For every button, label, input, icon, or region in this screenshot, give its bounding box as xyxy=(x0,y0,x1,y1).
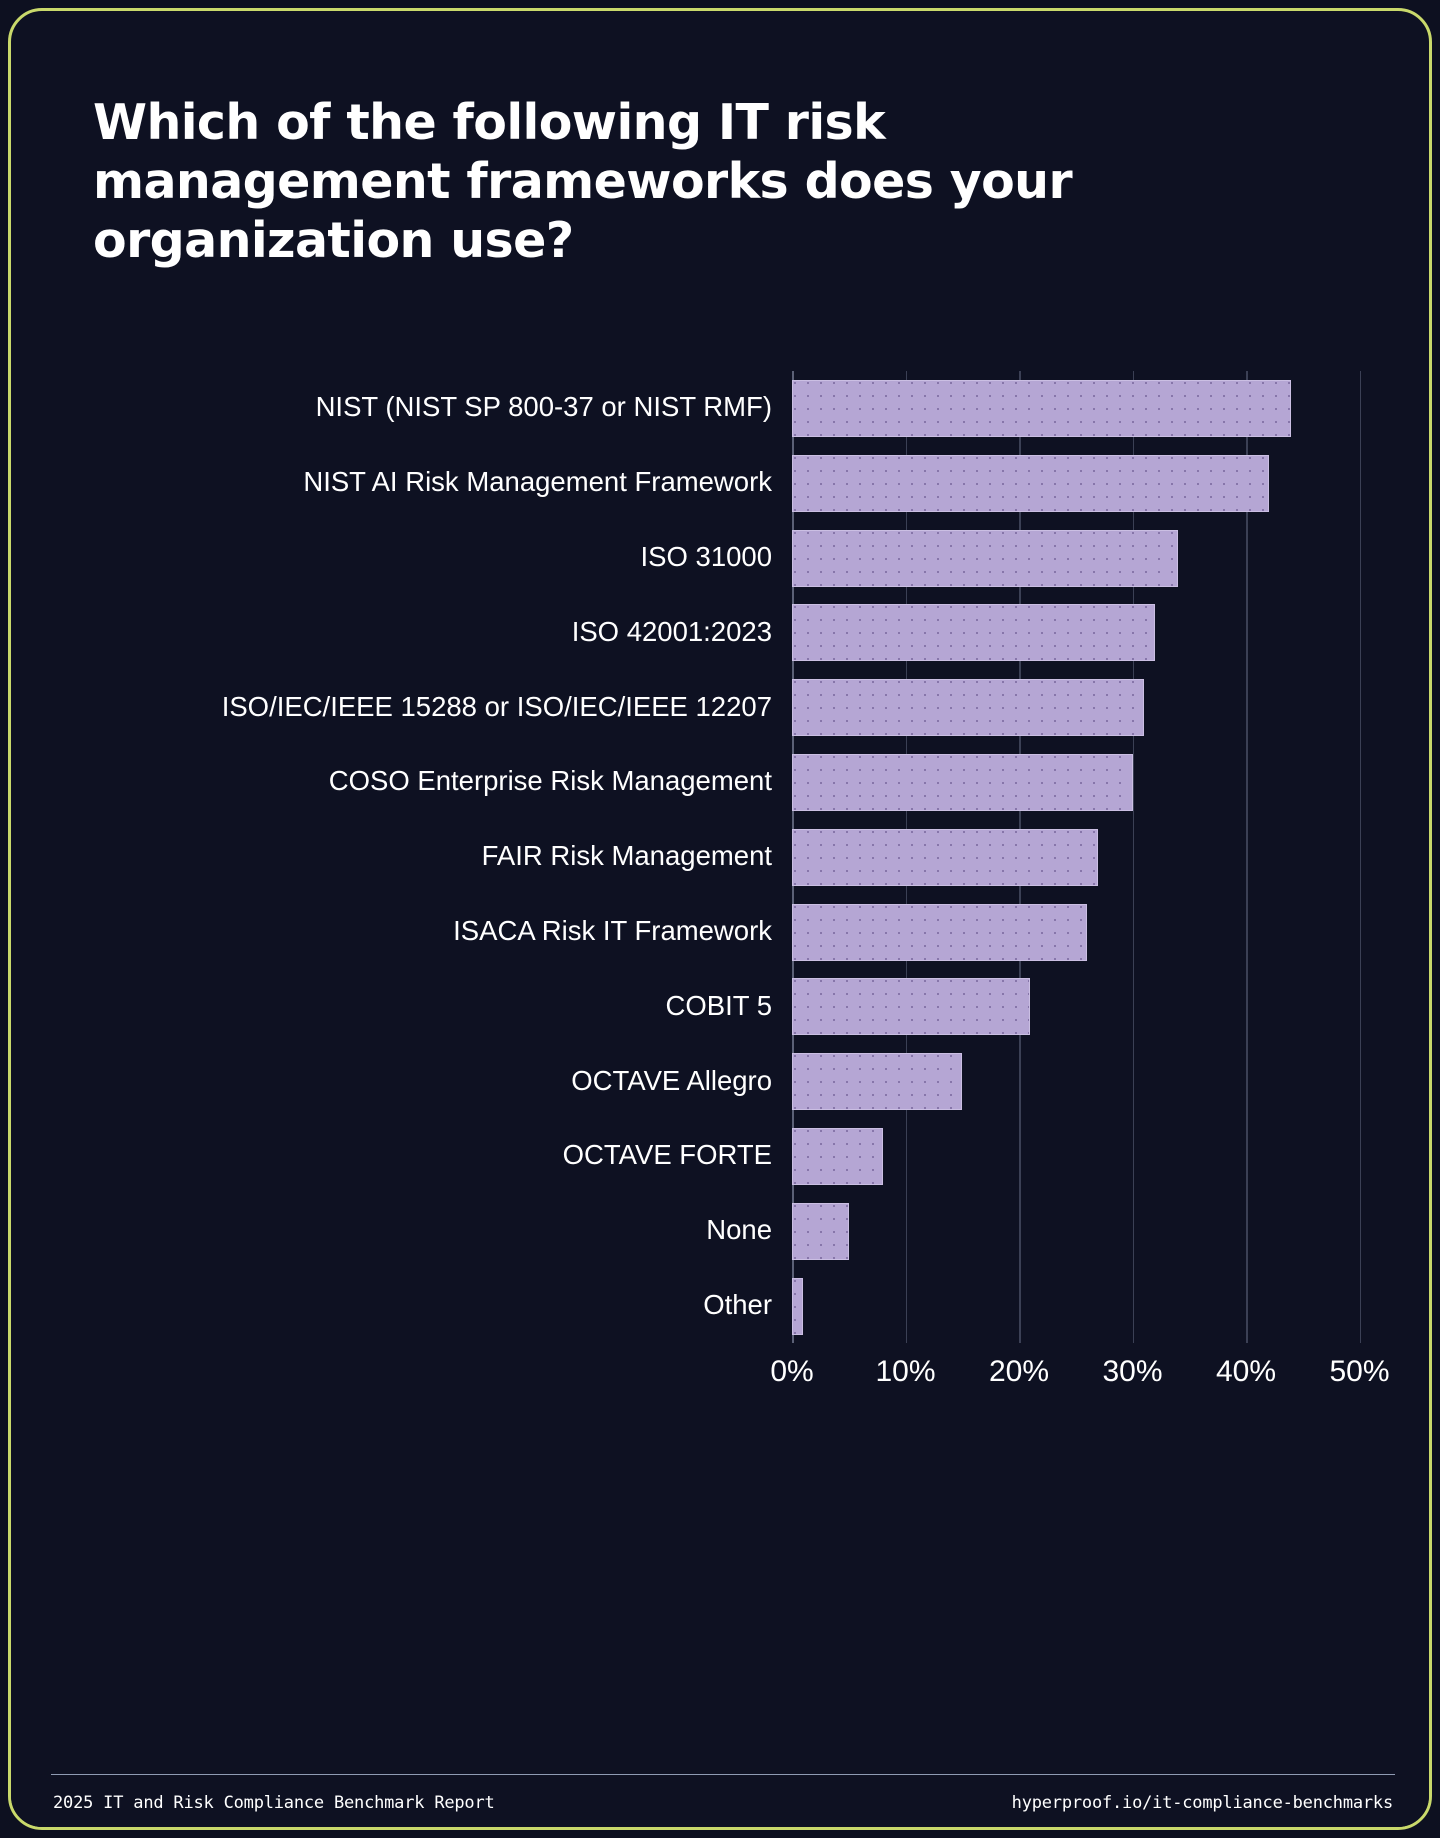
bar xyxy=(792,379,1292,437)
footer-url[interactable]: hyperproof.io/it-compliance-benchmarks xyxy=(1012,1793,1394,1813)
category-label: OCTAVE FORTE xyxy=(562,1139,772,1171)
category-label: ISO/IEC/IEEE 15288 or ISO/IEC/IEEE 12207 xyxy=(221,690,772,722)
x-tick-label: 20% xyxy=(988,1355,1050,1389)
category-label: ISO 31000 xyxy=(640,541,772,572)
category-label: NIST AI Risk Management Framework xyxy=(303,466,772,498)
category-label: FAIR Risk Management xyxy=(481,840,772,872)
bar-chart-plot: NIST (NIST SP 800-37 or NIST RMF) NIST AI… xyxy=(11,11,1429,1827)
bar xyxy=(792,604,1156,662)
bar xyxy=(792,679,1144,737)
category-label: ISACA Risk IT Framework xyxy=(453,915,772,946)
bar xyxy=(792,529,1178,587)
footer-report-name: 2025 IT and Risk Compliance Benchmark Re… xyxy=(53,1793,495,1813)
category-label: OCTAVE Allegro xyxy=(571,1064,772,1096)
x-tick-label: 10% xyxy=(875,1355,936,1389)
category-label: COBIT 5 xyxy=(665,989,772,1021)
bar xyxy=(792,454,1269,512)
gridline xyxy=(1132,371,1134,1344)
category-label: ISO 42001:2023 xyxy=(571,615,772,647)
bar xyxy=(792,828,1099,886)
footer-divider xyxy=(51,1774,1395,1775)
category-label: COSO Enterprise Risk Management xyxy=(328,765,772,797)
chart-card: Which of the following IT risk managemen… xyxy=(8,8,1432,1830)
x-tick-label: 0% xyxy=(770,1355,814,1389)
x-tick-label: 30% xyxy=(1102,1355,1163,1389)
x-tick-label: 50% xyxy=(1329,1355,1390,1389)
gridline xyxy=(1359,371,1361,1344)
bar xyxy=(792,1277,804,1335)
bar xyxy=(792,753,1133,811)
bar xyxy=(792,1202,849,1260)
gridline xyxy=(1246,371,1248,1344)
footer-bar: 2025 IT and Risk Compliance Benchmark Re… xyxy=(11,1771,1429,1827)
bar xyxy=(792,978,1031,1036)
category-label: NIST (NIST SP 800-37 or NIST RMF) xyxy=(315,391,772,423)
bar xyxy=(792,1127,883,1185)
x-tick-label: 40% xyxy=(1215,1355,1277,1389)
bar xyxy=(792,903,1088,961)
bar xyxy=(792,1053,963,1111)
category-label: Other xyxy=(703,1289,772,1320)
category-label: None xyxy=(706,1214,772,1246)
